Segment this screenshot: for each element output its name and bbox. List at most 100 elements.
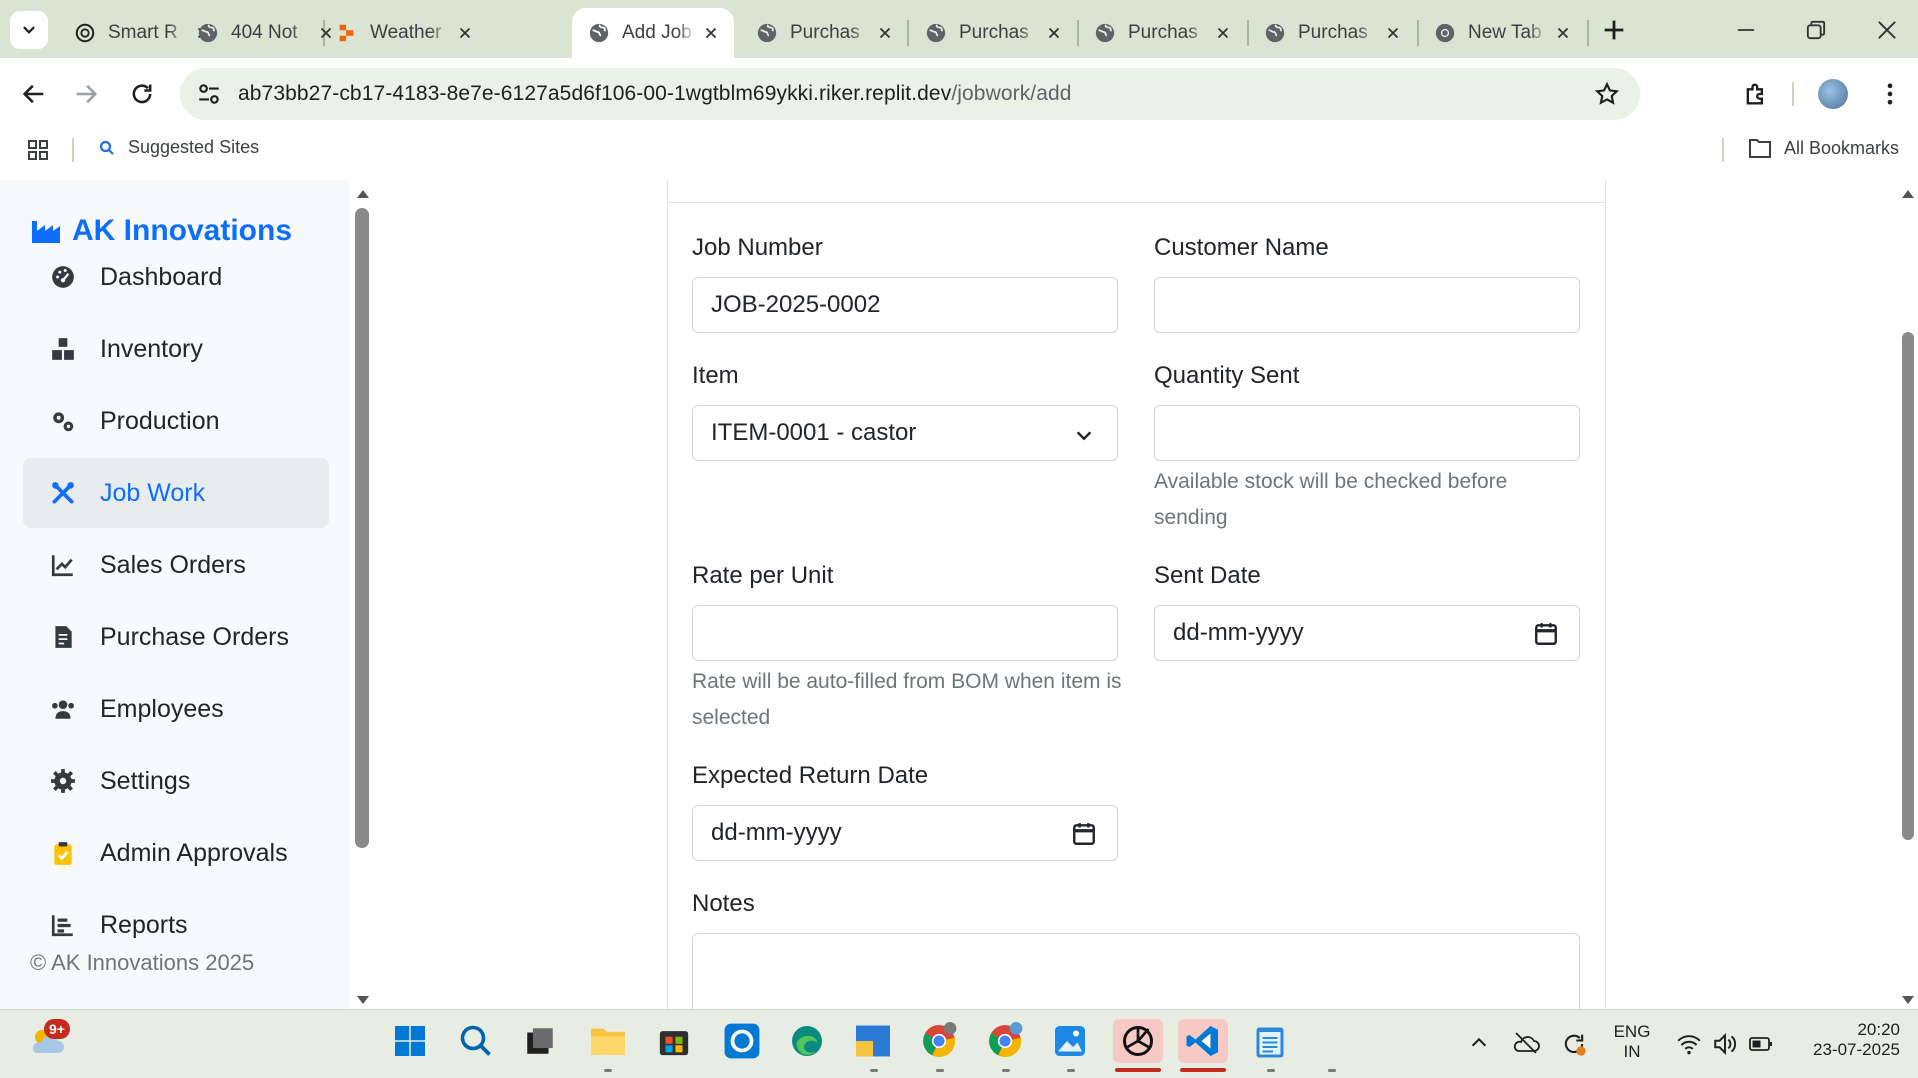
sidebar-item-label: Inventory xyxy=(100,334,203,363)
sidebar-item-job-work[interactable]: Job Work xyxy=(23,458,329,528)
customer-name-input[interactable] xyxy=(1154,277,1580,333)
calendar-icon[interactable] xyxy=(1533,621,1559,647)
reload-icon[interactable] xyxy=(128,80,156,108)
sidebar-scroll-thumb[interactable] xyxy=(355,208,369,848)
close-icon[interactable] xyxy=(1045,24,1063,42)
taskbar-file-explorer[interactable] xyxy=(586,1019,630,1063)
taskbar-store[interactable] xyxy=(652,1019,696,1063)
restore-icon[interactable] xyxy=(1802,16,1830,44)
bookmark-star-icon[interactable] xyxy=(1594,81,1620,107)
tab-search-button[interactable] xyxy=(10,11,48,49)
minimize-icon[interactable] xyxy=(1732,16,1760,44)
close-icon[interactable] xyxy=(876,24,894,42)
sidebar-item-admin-approvals[interactable]: Admin Approvals xyxy=(23,818,329,888)
onedrive-offline-icon[interactable] xyxy=(1512,1030,1540,1056)
sidebar-item-sales-orders[interactable]: Sales Orders xyxy=(23,530,329,600)
chevron-down-icon xyxy=(23,26,35,34)
taskbar-app-blue-window[interactable] xyxy=(851,1019,895,1063)
rate-per-unit-input[interactable] xyxy=(692,605,1118,661)
address-bar[interactable]: ab73bb27-cb17-4183-8e7e-6127a5d6f106-00-… xyxy=(180,68,1640,120)
wifi-icon[interactable] xyxy=(1676,1032,1702,1056)
extensions-puzzle-icon[interactable] xyxy=(1742,80,1770,108)
clock-time: 20:20 xyxy=(1857,1020,1900,1039)
browser-tab[interactable]: Purchas xyxy=(740,8,908,58)
browser-tab[interactable]: Purchas xyxy=(909,8,1077,58)
url-host: ab73bb27-cb17-4183-8e7e-6127a5d6f106-00-… xyxy=(238,82,952,105)
kebab-menu-icon[interactable] xyxy=(1876,80,1904,108)
region-code: IN xyxy=(1623,1042,1641,1061)
store-icon xyxy=(659,1031,689,1056)
taskbar-chatgpt[interactable] xyxy=(1113,1019,1163,1063)
profile-avatar[interactable] xyxy=(1818,79,1848,109)
chrome-icon xyxy=(1435,23,1455,43)
active-app-indicator xyxy=(1180,1068,1226,1072)
clock-date: 23-07-2025 xyxy=(1813,1040,1900,1059)
sidebar-item-label: Purchase Orders xyxy=(100,622,289,651)
calendar-icon[interactable] xyxy=(1071,821,1097,847)
sidebar: AK Innovations Dashboard Inventory Produ… xyxy=(0,180,350,1009)
sidebar-item-employees[interactable]: Employees xyxy=(23,674,329,744)
sidebar-item-label: Admin Approvals xyxy=(100,838,288,867)
language-indicator[interactable]: ENG IN xyxy=(1612,1022,1652,1062)
tab-title: 404 Not xyxy=(231,22,298,43)
notes-textarea[interactable] xyxy=(692,933,1580,1009)
forward-arrow-icon[interactable] xyxy=(72,80,100,108)
tab-title: Purchas xyxy=(1298,22,1368,43)
close-icon[interactable] xyxy=(1384,24,1402,42)
taskbar-notepad[interactable] xyxy=(1248,1019,1292,1063)
taskbar-search-button[interactable] xyxy=(454,1019,498,1063)
expected-return-date-input[interactable]: dd-mm-yyyy xyxy=(692,805,1118,861)
clock[interactable]: 20:20 23-07-2025 xyxy=(1790,1020,1900,1060)
taskbar-cortana[interactable] xyxy=(720,1019,764,1063)
expected-return-date-label: Expected Return Date xyxy=(692,762,929,789)
browser-tab[interactable]: Purchas xyxy=(1248,8,1416,58)
close-icon[interactable] xyxy=(456,24,474,42)
browser-tab[interactable]: Weather xyxy=(320,8,488,58)
sent-date-label: Sent Date xyxy=(1154,562,1261,589)
volume-icon[interactable] xyxy=(1712,1032,1738,1056)
bookmark-suggested-sites[interactable]: Suggested Sites xyxy=(98,137,259,158)
close-icon[interactable] xyxy=(702,24,720,42)
sent-date-input[interactable]: dd-mm-yyyy xyxy=(1154,605,1580,661)
cortana-ring-icon xyxy=(724,1023,760,1059)
browser-tab-active[interactable]: Add Job xyxy=(572,8,734,58)
quantity-sent-input[interactable] xyxy=(1154,405,1580,461)
item-select[interactable]: ITEM-0001 - castor xyxy=(692,405,1118,461)
taskbar-vscode[interactable] xyxy=(1178,1019,1228,1063)
tab-title: Purchas xyxy=(959,22,1029,43)
notepad-icon xyxy=(1256,1027,1284,1058)
battery-icon[interactable] xyxy=(1748,1034,1774,1054)
sync-icon[interactable] xyxy=(1560,1030,1588,1058)
taskbar-chrome-profile-2[interactable] xyxy=(983,1019,1027,1063)
close-icon[interactable] xyxy=(1554,24,1572,42)
task-view-button[interactable] xyxy=(518,1019,562,1063)
sent-date-placeholder: dd-mm-yyyy xyxy=(1173,619,1304,646)
taskbar-photos[interactable] xyxy=(1048,1019,1092,1063)
folder-icon xyxy=(1749,139,1771,158)
sidebar-item-settings[interactable]: Settings xyxy=(23,746,329,816)
sidebar-item-dashboard[interactable]: Dashboard xyxy=(23,242,329,312)
search-icon xyxy=(460,1025,491,1056)
sidebar-item-production[interactable]: Production xyxy=(23,386,329,456)
browser-tab[interactable]: New Tab xyxy=(1418,8,1586,58)
job-number-input[interactable]: JOB-2025-0002 xyxy=(692,277,1118,333)
sidebar-item-inventory[interactable]: Inventory xyxy=(23,314,329,384)
all-bookmarks-button[interactable]: All Bookmarks xyxy=(1748,137,1899,159)
page-scroll-thumb[interactable] xyxy=(1902,332,1914,840)
running-indicator xyxy=(870,1069,878,1072)
sidebar-item-purchase-orders[interactable]: Purchase Orders xyxy=(23,602,329,672)
browser-tab[interactable]: Purchas xyxy=(1078,8,1246,58)
chevron-up-icon[interactable] xyxy=(1468,1032,1490,1054)
taskbar-chrome-profile-1[interactable] xyxy=(917,1019,961,1063)
site-info-icon[interactable] xyxy=(196,81,222,107)
taskbar-edge[interactable] xyxy=(785,1019,829,1063)
new-tab-plus-icon[interactable] xyxy=(1600,16,1628,44)
photos-icon xyxy=(1055,1026,1085,1056)
tools-icon xyxy=(52,482,74,504)
apps-grid-icon[interactable] xyxy=(26,138,50,162)
back-arrow-icon[interactable] xyxy=(20,80,48,108)
close-window-icon[interactable] xyxy=(1873,16,1901,44)
start-button[interactable] xyxy=(388,1019,432,1063)
close-icon[interactable] xyxy=(1214,24,1232,42)
tab-title: Purchas xyxy=(790,22,860,43)
